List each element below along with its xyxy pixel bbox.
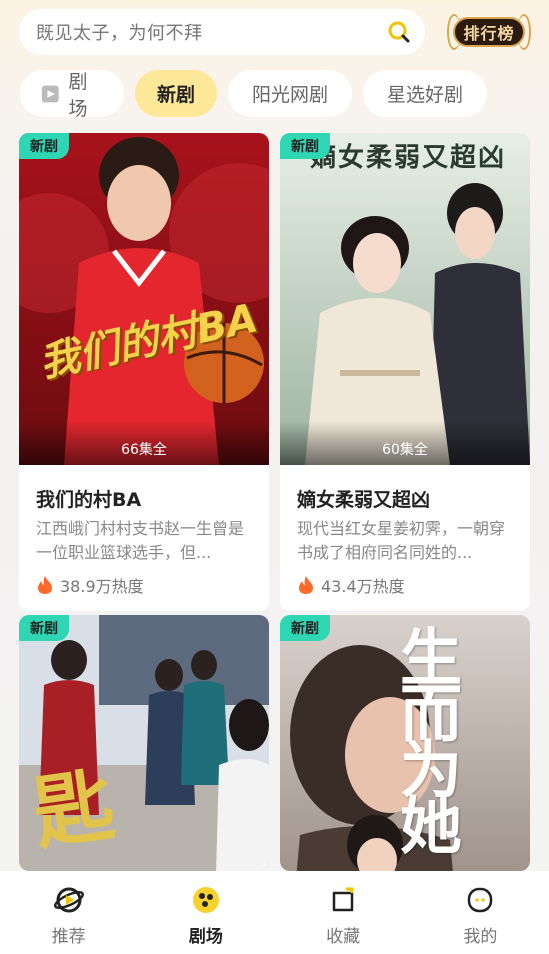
new-drama-tag: 新剧: [280, 615, 330, 641]
category-tabs: 剧场 新剧 阳光网剧 星选好剧: [20, 70, 487, 120]
drama-title: 嫡女柔弱又超凶: [297, 489, 431, 511]
tab-sunshine-drama[interactable]: 阳光网剧: [228, 70, 352, 117]
search-icon[interactable]: [387, 20, 411, 44]
tab-new-drama[interactable]: 新剧: [135, 70, 217, 117]
drama-poster: 我们的村BA 新剧 66集全: [19, 133, 269, 465]
tab-star-picks[interactable]: 星选好剧: [363, 70, 487, 117]
heat-indicator: 43.4万热度: [297, 573, 513, 597]
nav-label: 推荐: [51, 927, 86, 947]
episode-count-text: 66集全: [121, 442, 167, 458]
card-info: 我们的村BA 江西峨门村村支书赵一生曾是一位职业篮球选手，但... 38.9万热…: [19, 465, 269, 611]
theater-reel-icon: [192, 887, 219, 913]
poster-image: [280, 133, 530, 465]
new-drama-tag: 新剧: [19, 615, 69, 641]
new-drama-tag: 新剧: [280, 133, 330, 159]
favorites-icon: [332, 887, 354, 912]
episode-count-text: 60集全: [382, 442, 428, 458]
flame-icon: [299, 576, 313, 594]
nav-label: 剧场: [188, 927, 223, 947]
search-input[interactable]: 既见太子，为何不拜: [19, 9, 425, 55]
episode-count: 66集全: [19, 421, 269, 465]
drama-poster: 嫡女柔弱又超凶 新剧 60集全: [280, 133, 530, 465]
tab-label: 新剧: [156, 84, 195, 106]
heat-text: 43.4万热度: [321, 577, 405, 596]
episode-count: 60集全: [280, 421, 530, 465]
nav-label: 收藏: [326, 927, 361, 947]
new-drama-tag: 新剧: [19, 133, 69, 159]
planet-play-icon: [53, 887, 84, 913]
poster-title-text: 生而为她: [389, 625, 462, 849]
bottom-nav: 推荐 剧场 收藏 我的: [0, 871, 549, 954]
heat-indicator: 38.9万热度: [36, 573, 252, 597]
tab-label: 阳光网剧: [251, 84, 328, 106]
nav-recommend[interactable]: 推荐: [0, 871, 137, 954]
ranking-label: 排行榜: [463, 24, 515, 43]
theater-icon: [41, 85, 59, 102]
drama-description: 江西峨门村村支书赵一生曾是一位职业篮球选手，但...: [36, 519, 245, 562]
search-placeholder: 既见太子，为何不拜: [36, 23, 203, 44]
tab-label: 星选好剧: [386, 84, 463, 106]
heat-text: 38.9万热度: [60, 577, 144, 596]
drama-card[interactable]: 生而为她 新剧: [280, 615, 530, 871]
card-info: 嫡女柔弱又超凶 现代当红女星姜初霁，一朝穿书成了相府同名同姓的... 43.4万…: [280, 465, 530, 611]
poster-title-text: 匙: [27, 757, 120, 862]
nav-favorites[interactable]: 收藏: [275, 871, 412, 954]
tab-theater[interactable]: 剧场: [20, 70, 124, 120]
drama-poster: 生而为她 新剧: [280, 615, 530, 871]
drama-title: 我们的村BA: [36, 489, 142, 511]
nav-theater[interactable]: 剧场: [137, 871, 274, 954]
tab-label: 剧场: [68, 70, 88, 120]
ranking-button[interactable]: 排行榜: [447, 12, 531, 52]
drama-poster: 匙 新剧: [19, 615, 269, 871]
drama-card[interactable]: 嫡女柔弱又超凶 新剧 60集全 嫡女柔弱又超凶 现代当红女星姜初霁，一朝穿书成了…: [280, 133, 530, 611]
flame-icon: [38, 576, 52, 594]
profile-face-icon: [468, 887, 493, 913]
ranking-badge: 排行榜: [453, 17, 525, 47]
nav-profile[interactable]: 我的: [412, 871, 549, 954]
drama-card[interactable]: 我们的村BA 新剧 66集全 我们的村BA 江西峨门村村支书赵一生曾是一位职业篮…: [19, 133, 269, 611]
drama-card[interactable]: 匙 新剧: [19, 615, 269, 871]
top-bar: 既见太子，为何不拜 排行榜: [0, 0, 549, 64]
poster-title-text: 嫡女柔弱又超凶: [310, 143, 507, 173]
nav-label: 我的: [463, 927, 498, 947]
drama-description: 现代当红女星姜初霁，一朝穿书成了相府同名同姓的...: [297, 519, 506, 562]
